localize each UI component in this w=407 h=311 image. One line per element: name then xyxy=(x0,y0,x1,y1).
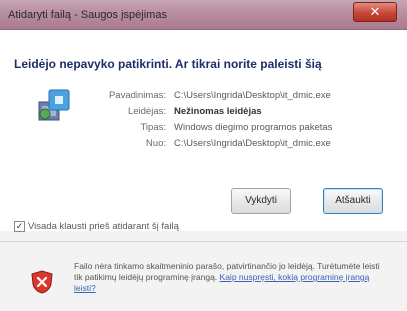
detail-value: Nežinomas leidėjas xyxy=(174,106,262,117)
divider xyxy=(0,241,407,242)
detail-label: Tipas: xyxy=(140,122,166,133)
detail-label: Nuo: xyxy=(145,138,166,149)
always-ask-label: Visada klausti prieš atidarant šį failą xyxy=(28,221,179,232)
detail-label: Leidėjas: xyxy=(127,106,166,117)
window-title: Atidaryti failą - Saugos įspėjimas xyxy=(8,9,167,21)
detail-value: C:\Users\Ingrida\Desktop\it_dmic.exe xyxy=(174,90,331,101)
detail-value: C:\Users\Ingrida\Desktop\it_dmic.exe xyxy=(174,138,331,149)
run-button[interactable]: Vykdyti xyxy=(231,188,291,214)
detail-value: Windows diegimo programos paketas xyxy=(174,122,333,133)
warning-message: Failo nėra tinkamo skaitmeninio parašo, … xyxy=(74,261,390,294)
title-bar[interactable]: Atidaryti failą - Saugos įspėjimas ✕ xyxy=(0,0,407,30)
always-ask-checkbox[interactable]: ✓ xyxy=(14,221,25,232)
detail-label: Pavadinimas: xyxy=(108,90,166,101)
security-warning-shield-icon xyxy=(31,270,53,294)
close-icon: ✕ xyxy=(369,4,381,19)
dialog-heading: Leidėjo nepavyko patikrinti. Ar tikrai n… xyxy=(14,57,322,71)
close-button[interactable]: ✕ xyxy=(353,2,397,22)
cancel-button[interactable]: Atšaukti xyxy=(323,188,383,214)
